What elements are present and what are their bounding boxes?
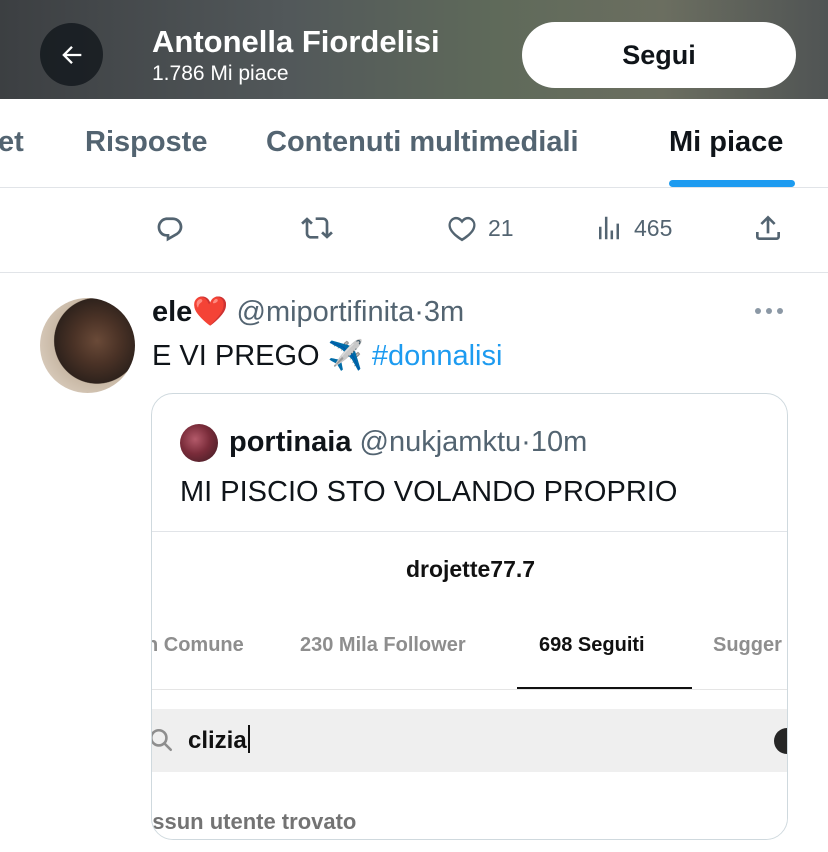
quote-avatar: [180, 424, 218, 462]
media-tab-following: 698 Seguiti: [539, 634, 645, 656]
more-icon: [755, 308, 783, 314]
media-tab-suggested: Sugger: [713, 634, 782, 656]
share-icon: [756, 215, 780, 240]
text-caret: [247, 725, 250, 753]
like-button[interactable]: 21: [446, 212, 514, 244]
clear-icon: [774, 728, 787, 754]
back-button[interactable]: [40, 23, 103, 86]
profile-name: Antonella Fiordelisi: [152, 24, 440, 59]
media-search-bar: clizia: [152, 709, 787, 772]
heart-icon: [448, 216, 476, 242]
media-search-text: clizia: [188, 727, 247, 754]
tweet-body: E VI PREGO ✈️: [152, 340, 372, 372]
tweet-handle[interactable]: @miportifinita: [237, 296, 415, 328]
quote-handle: @nukjamktu: [359, 426, 522, 458]
tweet-display-name[interactable]: ele❤️: [152, 296, 228, 328]
tab-media[interactable]: Contenuti multimediali: [266, 123, 579, 161]
reply-icon: [157, 217, 183, 242]
follow-button[interactable]: Segui: [522, 22, 796, 88]
media-active-tab-indicator: [517, 687, 692, 689]
media-tab-common: n Comune: [152, 634, 244, 656]
arrow-left-icon: [61, 45, 81, 64]
quote-time: 10m: [530, 426, 588, 458]
tab-replies[interactable]: Risposte: [85, 123, 207, 161]
likes-count: 1.786 Mi piace: [152, 62, 289, 85]
quoted-tweet[interactable]: portinaia @nukjamktu·10m MI PISCIO STO V…: [151, 393, 788, 840]
quote-text: MI PISCIO STO VOLANDO PROPRIO: [180, 476, 678, 508]
quote-media-image[interactable]: drojette77.7 n Comune 230 Mila Follower …: [152, 531, 787, 839]
media-username: drojette77.7: [405, 556, 536, 582]
media-divider: [152, 689, 787, 690]
retweet-button[interactable]: [300, 212, 334, 244]
quote-header: portinaia @nukjamktu·10m: [229, 424, 587, 460]
hashtag-link[interactable]: #donnalisi: [372, 340, 503, 372]
views-button[interactable]: 465: [594, 212, 672, 244]
profile-header: Antonella Fiordelisi 1.786 Mi piace Segu…: [0, 0, 828, 99]
tweet-text: E VI PREGO ✈️ #donnalisi: [152, 338, 502, 374]
tab-posts[interactable]: et: [0, 123, 24, 161]
media-no-results: essun utente trovato: [152, 809, 357, 834]
avatar[interactable]: [40, 298, 135, 393]
search-icon: [152, 728, 173, 752]
tweet-time[interactable]: 3m: [424, 296, 464, 328]
active-tab-indicator: [669, 180, 795, 187]
tweet-header: ele❤️ @miportifinita·3m: [152, 294, 464, 330]
tweet-action-bar: 21 465: [0, 188, 828, 273]
like-count: 21: [488, 214, 514, 241]
views-count: 465: [634, 214, 673, 241]
separator-dot: ·: [521, 426, 531, 458]
media-search-value: clizia: [188, 725, 250, 755]
separator-dot: ·: [414, 296, 424, 328]
media-tab-followers: 230 Mila Follower: [300, 634, 466, 656]
profile-tabs: et Risposte Contenuti multimediali Mi pi…: [0, 99, 828, 188]
reply-button[interactable]: [154, 212, 186, 244]
share-button[interactable]: [752, 212, 784, 244]
more-options-button[interactable]: [754, 303, 784, 324]
quote-display-name: portinaia: [229, 426, 352, 458]
bar-chart-icon: [599, 216, 619, 240]
tab-likes[interactable]: Mi piace: [669, 123, 783, 161]
retweet-icon: [301, 217, 333, 239]
